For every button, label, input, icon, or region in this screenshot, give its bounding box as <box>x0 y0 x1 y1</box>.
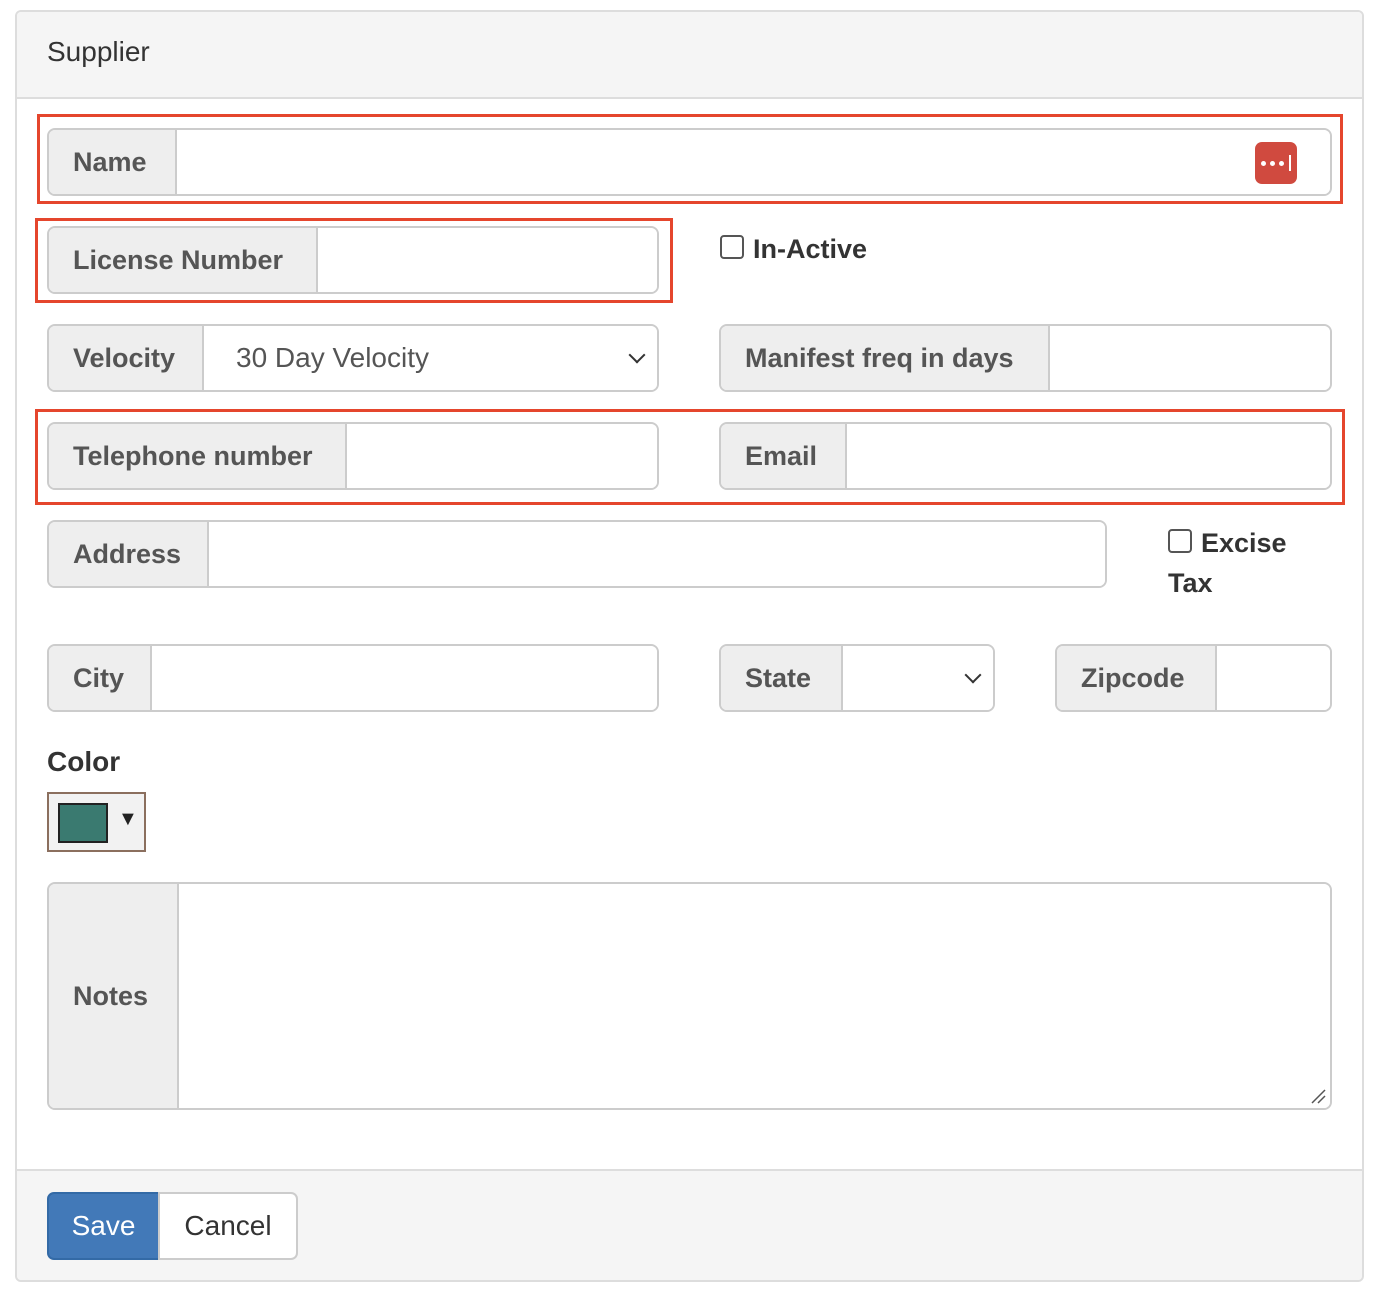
excise-tax-label-line2: Tax <box>1168 568 1213 598</box>
manifest-freq-input[interactable] <box>1050 326 1330 390</box>
color-picker[interactable]: ▼ <box>47 792 146 852</box>
save-button[interactable]: Save <box>47 1192 160 1260</box>
cancel-button[interactable]: Cancel <box>158 1192 298 1260</box>
color-label: Color <box>47 746 121 777</box>
state-select[interactable] <box>843 646 993 710</box>
highlight-box-contact <box>35 409 1345 505</box>
notes-input-group: Notes <box>47 882 1332 1110</box>
resize-handle-icon[interactable] <box>1310 1088 1326 1104</box>
state-label: State <box>721 646 843 710</box>
manifest-freq-label: Manifest freq in days <box>721 326 1050 390</box>
excise-tax-checkbox[interactable] <box>1168 529 1192 553</box>
notes-textarea[interactable] <box>179 884 1330 1108</box>
city-input[interactable] <box>152 646 657 710</box>
state-input-group: State <box>719 644 995 712</box>
zipcode-input-group: Zipcode <box>1055 644 1332 712</box>
highlight-box-name <box>37 114 1343 204</box>
chevron-down-icon <box>964 666 982 684</box>
panel-heading: Supplier <box>17 12 1362 99</box>
address-input[interactable] <box>209 522 1105 586</box>
zipcode-label: Zipcode <box>1057 646 1217 710</box>
excise-tax-label-line1: Excise <box>1201 528 1287 558</box>
panel-title: Supplier <box>47 36 150 67</box>
color-swatch <box>58 803 108 843</box>
manifest-freq-input-group: Manifest freq in days <box>719 324 1332 392</box>
address-input-group: Address <box>47 520 1107 588</box>
velocity-select[interactable]: 30 Day Velocity <box>204 326 657 390</box>
velocity-label: Velocity <box>49 326 204 390</box>
zipcode-input[interactable] <box>1217 646 1330 710</box>
notes-label: Notes <box>49 884 179 1108</box>
city-label: City <box>49 646 152 710</box>
velocity-selected-value: 30 Day Velocity <box>236 342 429 373</box>
chevron-down-icon <box>628 346 646 364</box>
city-input-group: City <box>47 644 659 712</box>
highlight-box-license-number <box>35 218 673 303</box>
in-active-label: In-Active <box>753 234 868 264</box>
in-active-checkbox[interactable] <box>720 235 744 259</box>
color-dropdown-arrow: ▼ <box>118 808 138 830</box>
velocity-input-group: Velocity 30 Day Velocity <box>47 324 659 392</box>
address-label: Address <box>49 522 209 586</box>
